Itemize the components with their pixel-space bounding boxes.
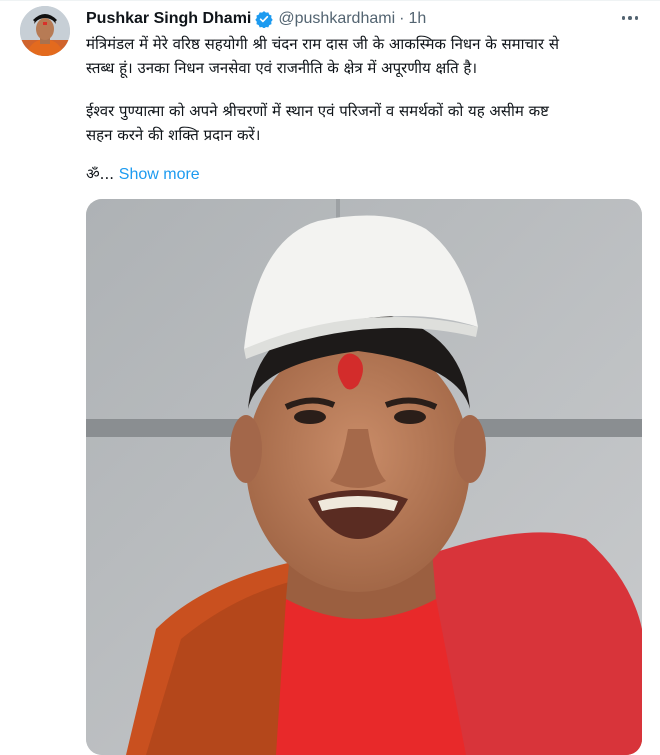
tweet-header: Pushkar Singh Dhami @pushkardhami · 1h <box>86 8 426 30</box>
separator-dot: · <box>399 10 405 27</box>
tweet-photo[interactable] <box>86 199 642 755</box>
tweet-timestamp[interactable]: 1h <box>408 10 426 28</box>
avatar-image <box>20 6 70 56</box>
tweet-text-line: मंत्रिमंडल में मेरे वरिष्ठ सहयोगी श्री च… <box>86 35 559 53</box>
tweet-paragraph-3: ॐ... Show more <box>86 162 646 187</box>
portrait-photo <box>86 199 642 755</box>
top-divider <box>0 0 660 1</box>
tweet-paragraph-1: मंत्रिमंडल में मेरे वरिष्ठ सहयोगी श्री च… <box>86 32 646 80</box>
author-name[interactable]: Pushkar Singh Dhami <box>86 10 251 28</box>
author-avatar[interactable] <box>20 6 70 56</box>
tweet-text-line: सहन करने की शक्ति प्रदान करें। <box>86 126 261 144</box>
tweet-paragraph-2: ईश्वर पुण्यात्मा को अपने श्रीचरणों में स… <box>86 99 646 147</box>
more-options-icon[interactable] <box>614 6 646 30</box>
tweet-text-line: ईश्वर पुण्यात्मा को अपने श्रीचरणों में स… <box>86 102 549 120</box>
author-handle[interactable]: @pushkardhami <box>278 10 395 28</box>
show-more-link[interactable]: Show more <box>119 166 200 183</box>
om-ellipsis: ॐ... <box>86 165 114 183</box>
verified-badge-icon <box>255 11 274 28</box>
tweet-text-line: स्तब्ध हूं। उनका निधन जनसेवा एवं राजनीति… <box>86 59 478 77</box>
